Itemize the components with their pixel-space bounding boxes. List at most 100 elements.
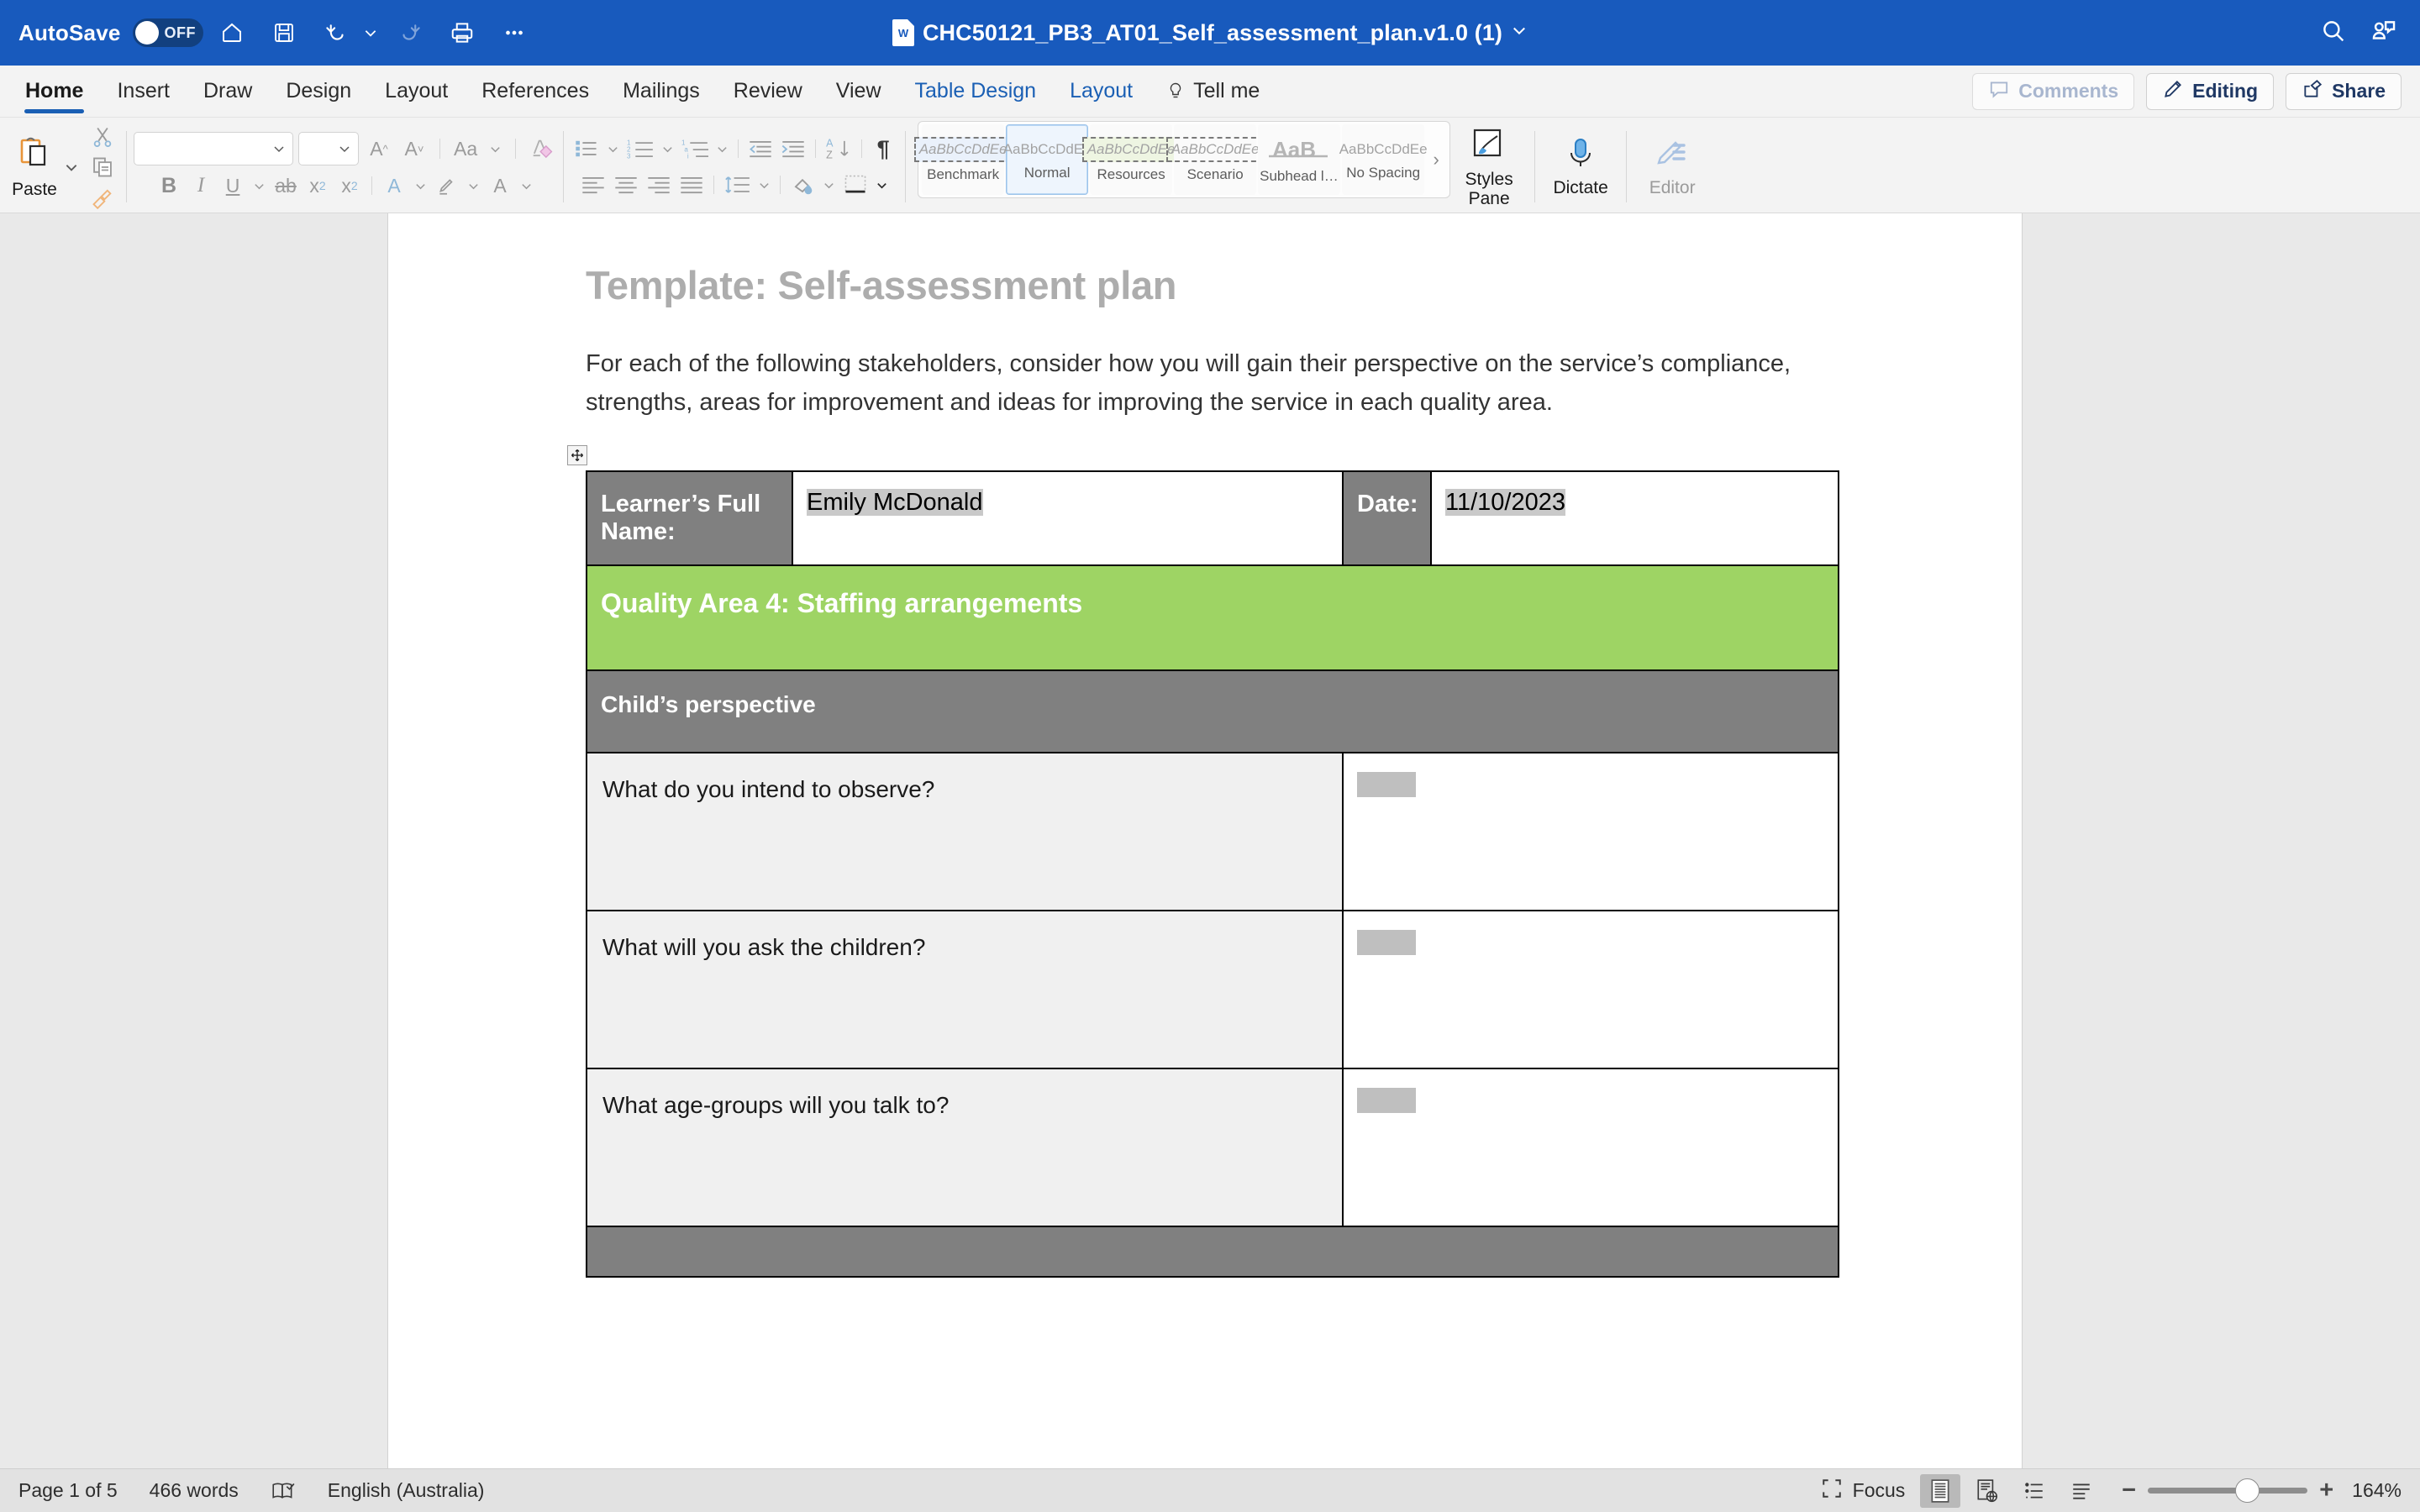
self-assessment-table[interactable]: Learner’s Full Name: Emily McDonald Date…: [586, 470, 1839, 1278]
sort-icon[interactable]: AZ: [822, 133, 855, 165]
zoom-in-button[interactable]: +: [2319, 1478, 2333, 1503]
style-scenario[interactable]: AaBbCcDdEe Scenario: [1165, 124, 1265, 195]
document-page[interactable]: Template: Self-assessment plan For each …: [388, 213, 2022, 1468]
page-indicator[interactable]: Page 1 of 5: [18, 1479, 118, 1502]
tab-mailings[interactable]: Mailings: [606, 66, 717, 117]
font-name-combo[interactable]: [134, 132, 293, 165]
line-spacing-caret-icon[interactable]: [755, 169, 774, 201]
tab-review[interactable]: Review: [717, 66, 819, 117]
cut-icon[interactable]: [86, 123, 119, 151]
print-layout-view-button[interactable]: [1920, 1473, 1961, 1508]
font-size-combo[interactable]: [298, 132, 359, 165]
table-row[interactable]: What age-groups will you talk to?: [586, 1068, 1839, 1228]
undo-icon[interactable]: [313, 9, 360, 56]
underline-button[interactable]: U: [218, 170, 248, 202]
language-indicator[interactable]: English (Australia): [328, 1479, 485, 1502]
highlight-icon[interactable]: [432, 170, 462, 202]
date-value-cell[interactable]: 11/10/2023: [1430, 470, 1839, 567]
outline-view-button[interactable]: [2014, 1474, 2054, 1508]
borders-icon[interactable]: [839, 169, 871, 201]
increase-indent-icon[interactable]: [777, 133, 809, 165]
align-center-icon[interactable]: [610, 169, 642, 201]
zoom-out-button[interactable]: −: [2122, 1478, 2136, 1503]
comments-button[interactable]: Comments: [1972, 72, 2135, 110]
table-row[interactable]: What will you ask the children?: [586, 910, 1839, 1070]
style-no-spacing[interactable]: AaBbCcDdEe No Spacing: [1339, 124, 1428, 195]
answer-cell-2[interactable]: [1342, 910, 1839, 1070]
home-icon[interactable]: [208, 9, 255, 56]
zoom-slider[interactable]: − +: [2122, 1478, 2333, 1503]
document-workspace[interactable]: Template: Self-assessment plan For each …: [0, 213, 2420, 1468]
styles-gallery-more-button[interactable]: ›: [1425, 149, 1447, 171]
tab-layout[interactable]: Layout: [368, 66, 465, 117]
format-painter-icon[interactable]: [86, 183, 119, 212]
editor-button[interactable]: Editor: [1634, 135, 1711, 197]
more-commands-icon[interactable]: [491, 9, 538, 56]
clear-formatting-icon[interactable]: [526, 133, 556, 165]
table-row-learner[interactable]: Learner’s Full Name: Emily McDonald Date…: [586, 470, 1839, 567]
table-row-quality-area[interactable]: Quality Area 4: Staffing arrangements: [586, 564, 1839, 672]
zoom-level-label[interactable]: 164%: [2352, 1479, 2402, 1502]
tab-table-design[interactable]: Table Design: [898, 66, 1054, 117]
paste-dropdown-caret-icon[interactable]: [60, 160, 82, 175]
tab-view[interactable]: View: [819, 66, 898, 117]
style-normal[interactable]: AaBbCcDdEe Normal: [1003, 124, 1092, 195]
bullets-icon[interactable]: [571, 133, 602, 165]
paste-button[interactable]: Paste: [8, 134, 60, 200]
answer-cell-1[interactable]: [1342, 752, 1839, 912]
table-row-next-section-partial[interactable]: [586, 1226, 1839, 1278]
multilevel-list-icon[interactable]: 1ai: [678, 133, 712, 165]
zoom-knob[interactable]: [2235, 1478, 2260, 1503]
shading-caret-icon[interactable]: [819, 169, 839, 201]
editing-button[interactable]: Editing: [2146, 72, 2275, 110]
tab-home[interactable]: Home: [8, 66, 100, 117]
title-dropdown-caret-icon[interactable]: [1511, 22, 1528, 44]
font-color-caret-icon[interactable]: [517, 170, 536, 202]
tab-references[interactable]: References: [465, 66, 606, 117]
text-effects-caret-icon[interactable]: [411, 170, 430, 202]
numbering-caret-icon[interactable]: [658, 133, 677, 165]
autosave-toggle[interactable]: OFF: [132, 18, 203, 47]
grow-font-button[interactable]: A ^: [364, 133, 394, 165]
style-benchmark[interactable]: AaBbCcDdEe Benchmark: [913, 124, 1013, 195]
tab-insert[interactable]: Insert: [100, 66, 187, 117]
draft-view-button[interactable]: [2061, 1474, 2102, 1508]
shading-icon[interactable]: [786, 169, 818, 201]
multilevel-list-caret-icon[interactable]: [713, 133, 732, 165]
change-case-caret-icon[interactable]: [486, 133, 505, 165]
font-color-button[interactable]: A: [485, 170, 515, 202]
copy-icon[interactable]: [86, 153, 119, 181]
text-effects-button[interactable]: A: [379, 170, 409, 202]
learner-name-value-cell[interactable]: Emily McDonald: [792, 470, 1344, 567]
table-row-section[interactable]: Child’s perspective: [586, 669, 1839, 754]
align-left-icon[interactable]: [577, 169, 609, 201]
numbering-icon[interactable]: 123: [623, 133, 657, 165]
tab-draw[interactable]: Draw: [187, 66, 269, 117]
show-formatting-marks-icon[interactable]: ¶: [868, 133, 898, 165]
superscript-button[interactable]: x2: [334, 170, 365, 202]
document-title[interactable]: CHC50121_PB3_AT01_Self_assessment_plan.v…: [923, 20, 1502, 46]
dictate-button[interactable]: Dictate: [1542, 135, 1619, 197]
focus-button[interactable]: Focus: [1821, 1478, 1905, 1504]
bullets-caret-icon[interactable]: [603, 133, 623, 165]
style-subhead-level[interactable]: AaB Subhead lev...: [1258, 124, 1341, 195]
italic-button[interactable]: I: [186, 170, 216, 202]
proofing-icon[interactable]: [271, 1480, 296, 1502]
style-resources[interactable]: AaBbCcDdEe Resources: [1081, 124, 1181, 195]
save-icon[interactable]: [260, 9, 308, 56]
share-button[interactable]: Share: [2286, 72, 2402, 110]
undo-dropdown-caret-icon[interactable]: [360, 25, 381, 40]
redo-icon[interactable]: [387, 9, 434, 56]
bold-button[interactable]: B: [154, 170, 184, 202]
justify-icon[interactable]: [676, 169, 708, 201]
answer-cell-3[interactable]: [1342, 1068, 1839, 1228]
print-icon[interactable]: [439, 9, 486, 56]
highlight-caret-icon[interactable]: [464, 170, 483, 202]
web-layout-view-button[interactable]: [1967, 1474, 2007, 1508]
table-row[interactable]: What do you intend to observe?: [586, 752, 1839, 912]
tab-table-layout[interactable]: Layout: [1053, 66, 1150, 117]
underline-caret-icon[interactable]: [250, 170, 269, 202]
zoom-track[interactable]: [2148, 1478, 2308, 1503]
table-move-handle[interactable]: [567, 445, 587, 466]
align-right-icon[interactable]: [643, 169, 675, 201]
